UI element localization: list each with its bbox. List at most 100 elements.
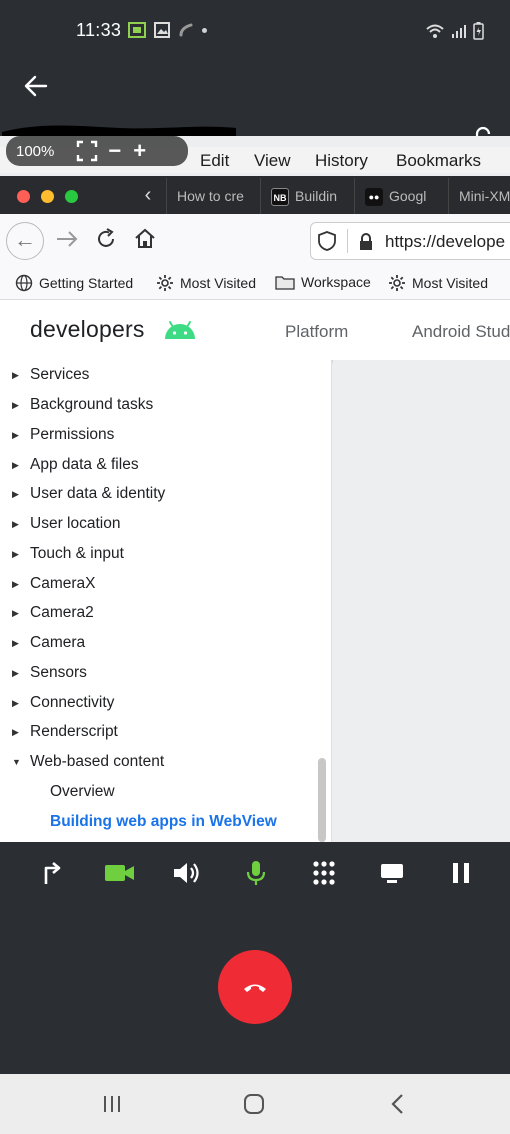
nav-item-label: Renderscript	[30, 723, 118, 740]
minimize-window-icon[interactable]	[41, 190, 54, 203]
maximize-window-icon[interactable]	[65, 190, 78, 203]
menu-view[interactable]: View	[254, 151, 291, 171]
back-nav-icon[interactable]	[383, 1092, 413, 1116]
nav-item-camera[interactable]: ▶ Camera	[12, 631, 85, 655]
screen-icon[interactable]	[374, 858, 410, 888]
gear-icon	[389, 275, 405, 291]
nav-item-label: Touch & input	[30, 545, 124, 562]
nav-item-user-location[interactable]: ▶ User location	[12, 512, 120, 536]
nav-item-user-data[interactable]: ▶ User data & identity	[12, 482, 165, 506]
mic-icon[interactable]	[238, 858, 274, 888]
bookmark-most-visited-2[interactable]: Most Visited	[388, 274, 488, 292]
shield-icon[interactable]	[317, 230, 337, 252]
nav-item-label: Permissions	[30, 426, 115, 443]
globe-icon	[15, 274, 33, 292]
tab-item[interactable]: Mini-XM	[448, 178, 510, 214]
bookmarks-bar: Getting Started Most Visited Workspace M…	[0, 266, 510, 300]
nav-platform[interactable]: Platform	[285, 322, 348, 342]
caret-right-icon: ▶	[12, 518, 19, 529]
home-nav-icon[interactable]	[239, 1092, 269, 1116]
nav-item-services[interactable]: ▶ Services	[12, 363, 89, 387]
browser-toolbar: ← https://develope	[0, 214, 510, 266]
share-icon[interactable]	[34, 858, 70, 888]
nav-item-label: User data & identity	[30, 485, 166, 502]
android-navbar	[0, 1074, 510, 1134]
status-bar: 11:33	[0, 0, 510, 62]
medium-favicon: ●●	[365, 188, 383, 207]
tab-label: Buildin	[295, 188, 338, 204]
nav-item-camerax[interactable]: ▶ CameraX	[12, 572, 95, 596]
forward-icon[interactable]	[54, 226, 80, 252]
zoom-overlay: 100% − +	[6, 136, 188, 166]
signal-icon	[452, 25, 466, 38]
nav-subitem-webview[interactable]: Building web apps in WebView	[50, 813, 277, 831]
caret-right-icon: ▶	[12, 369, 19, 380]
nav-item-renderscript[interactable]: ▶ Renderscript	[12, 720, 118, 744]
sidenav-scrollbar[interactable]	[318, 758, 326, 842]
content-area	[333, 360, 510, 842]
battery-icon	[473, 22, 484, 40]
bookmark-most-visited[interactable]: Most Visited	[156, 274, 256, 292]
call-icon	[179, 23, 193, 37]
zoom-out-button[interactable]: −	[108, 138, 121, 164]
caret-right-icon: ▶	[12, 667, 19, 678]
wifi-icon	[426, 24, 444, 38]
nav-item-touch-input[interactable]: ▶ Touch & input	[12, 542, 124, 566]
browser-tabbar: ‹ How to cre NB Buildin ●● Googl Mini-XM	[0, 176, 510, 214]
reload-icon[interactable]	[93, 226, 119, 252]
clock: 11:33	[76, 20, 122, 40]
bookmark-workspace[interactable]: Workspace	[275, 274, 371, 290]
nav-item-sensors[interactable]: ▶ Sensors	[12, 661, 87, 685]
android-logo-icon	[165, 321, 195, 339]
fit-screen-icon[interactable]	[76, 140, 98, 162]
call-controls	[0, 842, 510, 1074]
nav-item-app-data[interactable]: ▶ App data & files	[12, 453, 139, 477]
caret-right-icon: ▶	[12, 429, 19, 440]
nav-item-background-tasks[interactable]: ▶ Background tasks	[12, 393, 153, 417]
tab-label: Googl	[389, 188, 427, 204]
menu-edit[interactable]: Edit	[200, 151, 229, 171]
tab-scroll-left-icon[interactable]: ‹	[133, 178, 163, 212]
menu-history[interactable]: History	[315, 151, 368, 171]
nb-favicon: NB	[271, 188, 289, 207]
tab-item[interactable]: How to cre	[166, 178, 260, 214]
caret-right-icon: ▶	[12, 726, 19, 737]
nav-item-label: Camera2	[30, 604, 94, 621]
side-navigation: ▶ Services ▶ Background tasks ▶ Permissions…	[0, 360, 316, 842]
caret-right-icon: ▶	[12, 637, 19, 648]
tab-item[interactable]: ●● Googl	[354, 178, 448, 214]
nav-item-connectivity[interactable]: ▶ Connectivity	[12, 691, 114, 715]
zoom-in-button[interactable]: +	[133, 138, 146, 164]
close-window-icon[interactable]	[17, 190, 30, 203]
nav-subitem-overview[interactable]: Overview	[50, 783, 115, 801]
image-icon	[154, 22, 170, 38]
back-arrow-icon[interactable]	[22, 72, 50, 100]
nav-item-label: Camera	[30, 634, 86, 651]
gear-icon	[157, 275, 173, 291]
home-icon[interactable]	[132, 226, 158, 252]
nav-item-permissions[interactable]: ▶ Permissions	[12, 423, 114, 447]
bookmark-label: Most Visited	[180, 275, 256, 291]
nav-item-label: App data & files	[30, 456, 139, 473]
menu-bookmarks[interactable]: Bookmarks	[396, 151, 481, 171]
bookmark-getting-started[interactable]: Getting Started	[15, 274, 133, 292]
nav-item-camera2[interactable]: ▶ Camera2	[12, 601, 94, 625]
nav-item-web-based-content[interactable]: ▼ Web-based content	[12, 750, 164, 774]
end-call-button[interactable]	[218, 950, 292, 1024]
tab-item[interactable]: NB Buildin	[260, 178, 354, 214]
url-text: https://develope	[385, 232, 506, 251]
video-icon[interactable]	[102, 858, 138, 888]
lock-icon[interactable]	[357, 232, 375, 252]
caret-right-icon: ▶	[12, 459, 19, 470]
notification-dot	[202, 27, 207, 33]
pause-icon[interactable]	[443, 858, 479, 888]
hang-up-icon	[244, 984, 266, 992]
site-logo-text[interactable]: developers	[30, 316, 145, 343]
nav-android-studio[interactable]: Android Stud	[412, 322, 510, 342]
remote-screen[interactable]: Edit View History Bookmarks 100% − + ‹ H…	[0, 136, 510, 842]
recents-icon[interactable]	[97, 1092, 127, 1116]
keypad-icon[interactable]	[306, 858, 342, 888]
speaker-icon[interactable]	[169, 858, 205, 888]
url-bar[interactable]: https://develope	[310, 222, 510, 260]
back-button[interactable]: ←	[6, 222, 44, 260]
